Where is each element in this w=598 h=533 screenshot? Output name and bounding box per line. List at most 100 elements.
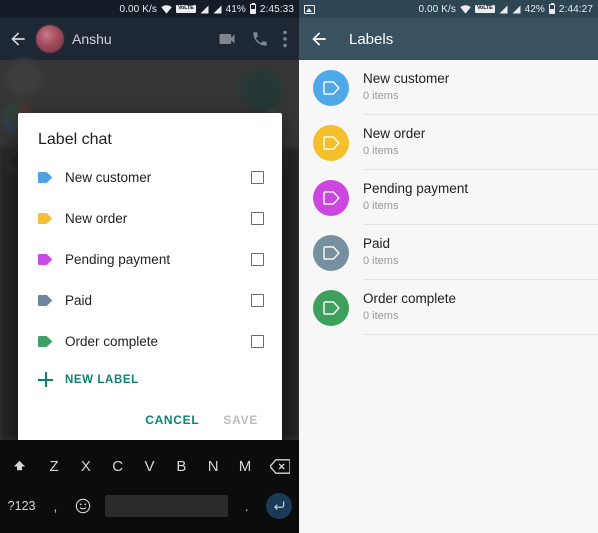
label-checkbox[interactable] (251, 253, 264, 266)
status-bar-right-group: 0.00 K/s VoLTE 42% 2:44:27 (418, 3, 593, 15)
label-name: New order (65, 211, 128, 226)
notification-area (304, 4, 418, 14)
emoji-key[interactable] (68, 498, 99, 514)
label-item-count: 0 items (363, 145, 399, 158)
labels-app-bar: Labels (299, 18, 598, 60)
comma-key[interactable]: , (43, 499, 68, 514)
label-row-pending-payment[interactable]: Pending payment (18, 239, 282, 280)
signal-bars-icon-2 (213, 5, 222, 14)
key-x[interactable]: X (70, 458, 102, 475)
new-label-text: NEW LABEL (65, 373, 139, 386)
label-item-count: 0 items (363, 310, 399, 323)
list-item[interactable]: New customer 0 items (299, 60, 598, 115)
spacebar (104, 495, 229, 517)
network-speed-text: 0.00 K/s (418, 3, 456, 15)
enter-icon (265, 493, 292, 519)
video-call-icon[interactable] (217, 29, 237, 49)
battery-percent-text: 42% (524, 3, 545, 15)
network-speed-text: 0.00 K/s (119, 3, 157, 15)
signal-bars-icon-1 (499, 5, 508, 14)
label-name: Order complete (65, 334, 159, 349)
period-key[interactable]: . (234, 499, 259, 514)
on-screen-keyboard: Z X C V B N M ?123 , . (0, 440, 299, 533)
backspace-key[interactable] (261, 458, 299, 474)
shift-key[interactable] (0, 459, 38, 474)
signal-bars-icon-2 (512, 5, 521, 14)
wifi-icon (460, 4, 471, 14)
battery-icon (249, 3, 256, 14)
list-item[interactable]: New order 0 items (299, 115, 598, 170)
label-avatar (313, 179, 349, 216)
label-checkbox[interactable] (251, 335, 264, 348)
dialog-actions: CANCEL SAVE (18, 393, 282, 437)
phone-call-icon[interactable] (251, 30, 269, 48)
keyboard-row-letters: Z X C V B N M (0, 446, 299, 486)
clock-text: 2:44:27 (558, 3, 593, 15)
battery-percent-text: 41% (225, 3, 246, 15)
contact-name[interactable]: Anshu (72, 31, 209, 47)
label-info: Pending payment 0 items (363, 170, 598, 225)
avatar[interactable] (36, 25, 64, 53)
status-bar-left: 0.00 K/s VoLTE 41% 2:45:33 (0, 0, 299, 18)
labels-list: New customer 0 items New order 0 items P… (299, 60, 598, 335)
key-z[interactable]: Z (38, 458, 70, 475)
space-key[interactable] (99, 495, 235, 517)
tag-icon (38, 213, 53, 224)
label-item-count: 0 items (363, 90, 399, 103)
clock-text: 2:45:33 (259, 3, 294, 15)
save-button[interactable]: SAVE (213, 407, 268, 433)
key-b[interactable]: B (165, 458, 197, 475)
chat-actions (217, 29, 291, 49)
tag-icon (38, 336, 53, 347)
label-info: Order complete 0 items (363, 280, 598, 335)
left-screen-chat-label-dialog: 0.00 K/s VoLTE 41% 2:45:33 Anshu Label c… (0, 0, 299, 533)
label-avatar (313, 124, 349, 161)
list-item[interactable]: Pending payment 0 items (299, 170, 598, 225)
battery-icon (548, 3, 555, 14)
label-name: Order complete (363, 290, 457, 306)
back-icon[interactable] (309, 29, 329, 49)
tag-icon (38, 254, 53, 265)
label-name: New order (363, 125, 426, 141)
label-avatar (313, 69, 349, 106)
key-m[interactable]: M (229, 458, 261, 475)
list-item[interactable]: Order complete 0 items (299, 280, 598, 335)
volte-icon: VoLTE (175, 5, 196, 13)
label-item-count: 0 items (363, 200, 399, 213)
key-n[interactable]: N (197, 458, 229, 475)
enter-key[interactable] (259, 493, 299, 519)
list-item[interactable]: Paid 0 items (299, 225, 598, 280)
back-icon[interactable] (8, 29, 28, 49)
label-avatar (313, 234, 349, 271)
chat-app-bar: Anshu (0, 18, 299, 60)
tag-icon (38, 295, 53, 306)
label-info: New order 0 items (363, 115, 598, 170)
dialog-title: Label chat (38, 131, 112, 148)
label-name: New customer (363, 70, 450, 86)
label-row-order-complete[interactable]: Order complete (18, 321, 282, 362)
label-avatar (313, 289, 349, 326)
status-bar-right-group: 0.00 K/s VoLTE 41% 2:45:33 (119, 3, 294, 15)
keyboard-row-bottom: ?123 , . (0, 486, 299, 526)
label-row-paid[interactable]: Paid (18, 280, 282, 321)
signal-bars-icon-1 (200, 5, 209, 14)
key-v[interactable]: V (134, 458, 166, 475)
label-item-count: 0 items (363, 255, 399, 268)
key-c[interactable]: C (102, 458, 134, 475)
new-label-button[interactable]: NEW LABEL (18, 362, 282, 393)
wifi-icon (161, 4, 172, 14)
volte-icon: VoLTE (474, 5, 495, 13)
right-screen-labels-list: 0.00 K/s VoLTE 42% 2:44:27 Labels New cu… (299, 0, 598, 533)
dual-screenshot: 0.00 K/s VoLTE 41% 2:45:33 Anshu Label c… (0, 0, 598, 533)
label-checkbox[interactable] (251, 212, 264, 225)
label-name: Pending payment (65, 252, 171, 267)
label-info: Paid 0 items (363, 225, 598, 280)
label-row-new-customer[interactable]: New customer (18, 157, 282, 198)
label-row-new-order[interactable]: New order (18, 198, 282, 239)
label-checkbox[interactable] (251, 171, 264, 184)
cancel-button[interactable]: CANCEL (135, 407, 209, 433)
numeric-key[interactable]: ?123 (0, 499, 43, 513)
label-name: New customer (65, 170, 152, 185)
label-checkbox[interactable] (251, 294, 264, 307)
overflow-menu-icon[interactable] (283, 30, 287, 48)
